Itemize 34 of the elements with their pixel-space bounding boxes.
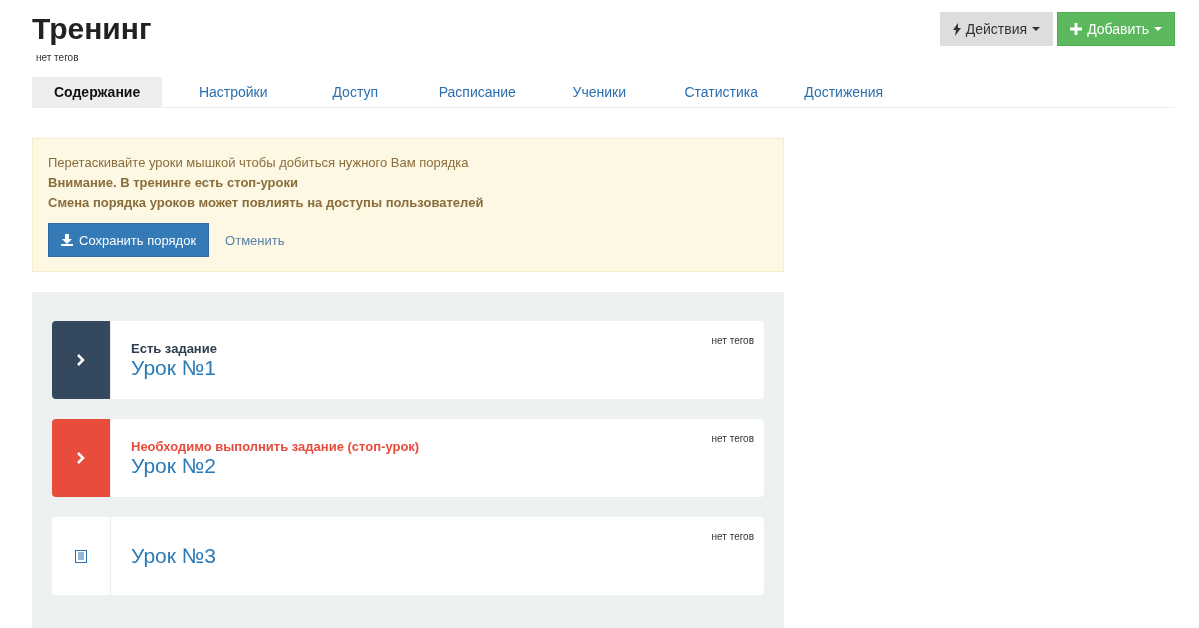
lesson-card[interactable]: Есть задание Урок №1 нет тегов <box>52 321 764 399</box>
tags-label: нет тегов <box>711 335 754 346</box>
download-icon <box>61 234 73 246</box>
cancel-link[interactable]: Отменить <box>225 232 285 248</box>
actions-button[interactable]: Действия <box>939 12 1054 46</box>
tab[interactable]: Расписание <box>416 77 539 107</box>
chevron-right-icon[interactable] <box>76 353 86 367</box>
plus-icon <box>1070 23 1083 35</box>
tags-label: нет тегов <box>711 433 754 444</box>
tab[interactable]: Ученики <box>538 77 661 107</box>
document-icon <box>75 549 87 563</box>
caret-icon <box>1032 27 1041 31</box>
notice-text: Перетаскивайте уроки мышкой чтобы добиться нужного Вам порядка <box>48 154 469 172</box>
tags-label: нет тегов <box>711 531 754 542</box>
notice-text: Смена порядка уроков может повлиять на доступы пользователей <box>48 194 484 212</box>
page-title: Тренинг <box>32 11 152 47</box>
notice-text: Внимание. В тренинге есть стоп-уроки <box>48 174 298 192</box>
save-order-button[interactable]: Сохранить порядок <box>48 223 210 257</box>
tab[interactable]: Статистика <box>660 77 783 107</box>
lesson-title[interactable]: Урок №3 <box>131 544 216 567</box>
lesson-card[interactable]: Необходимо выполнить задание (стоп-урок) Урок №2 нет тегов <box>52 419 764 497</box>
lesson-card[interactable]: Урок №3 нет тегов <box>52 517 764 595</box>
lesson-status: Есть задание <box>131 340 217 356</box>
caret-icon <box>1154 27 1162 31</box>
lesson-title[interactable]: Урок №2 <box>131 453 216 477</box>
lesson-title[interactable]: Урок №1 <box>131 355 216 379</box>
lightning-icon <box>952 22 961 36</box>
tab[interactable]: Настройки <box>172 77 295 107</box>
chevron-right-icon[interactable] <box>76 451 86 465</box>
tab[interactable]: Содержание <box>32 77 163 107</box>
tags-label: нет тегов <box>36 52 80 63</box>
tab[interactable]: Доступ <box>294 77 417 107</box>
tab[interactable]: Достижения <box>782 77 906 107</box>
lesson-status: Необходимо выполнить задание (стоп-урок) <box>131 438 420 454</box>
